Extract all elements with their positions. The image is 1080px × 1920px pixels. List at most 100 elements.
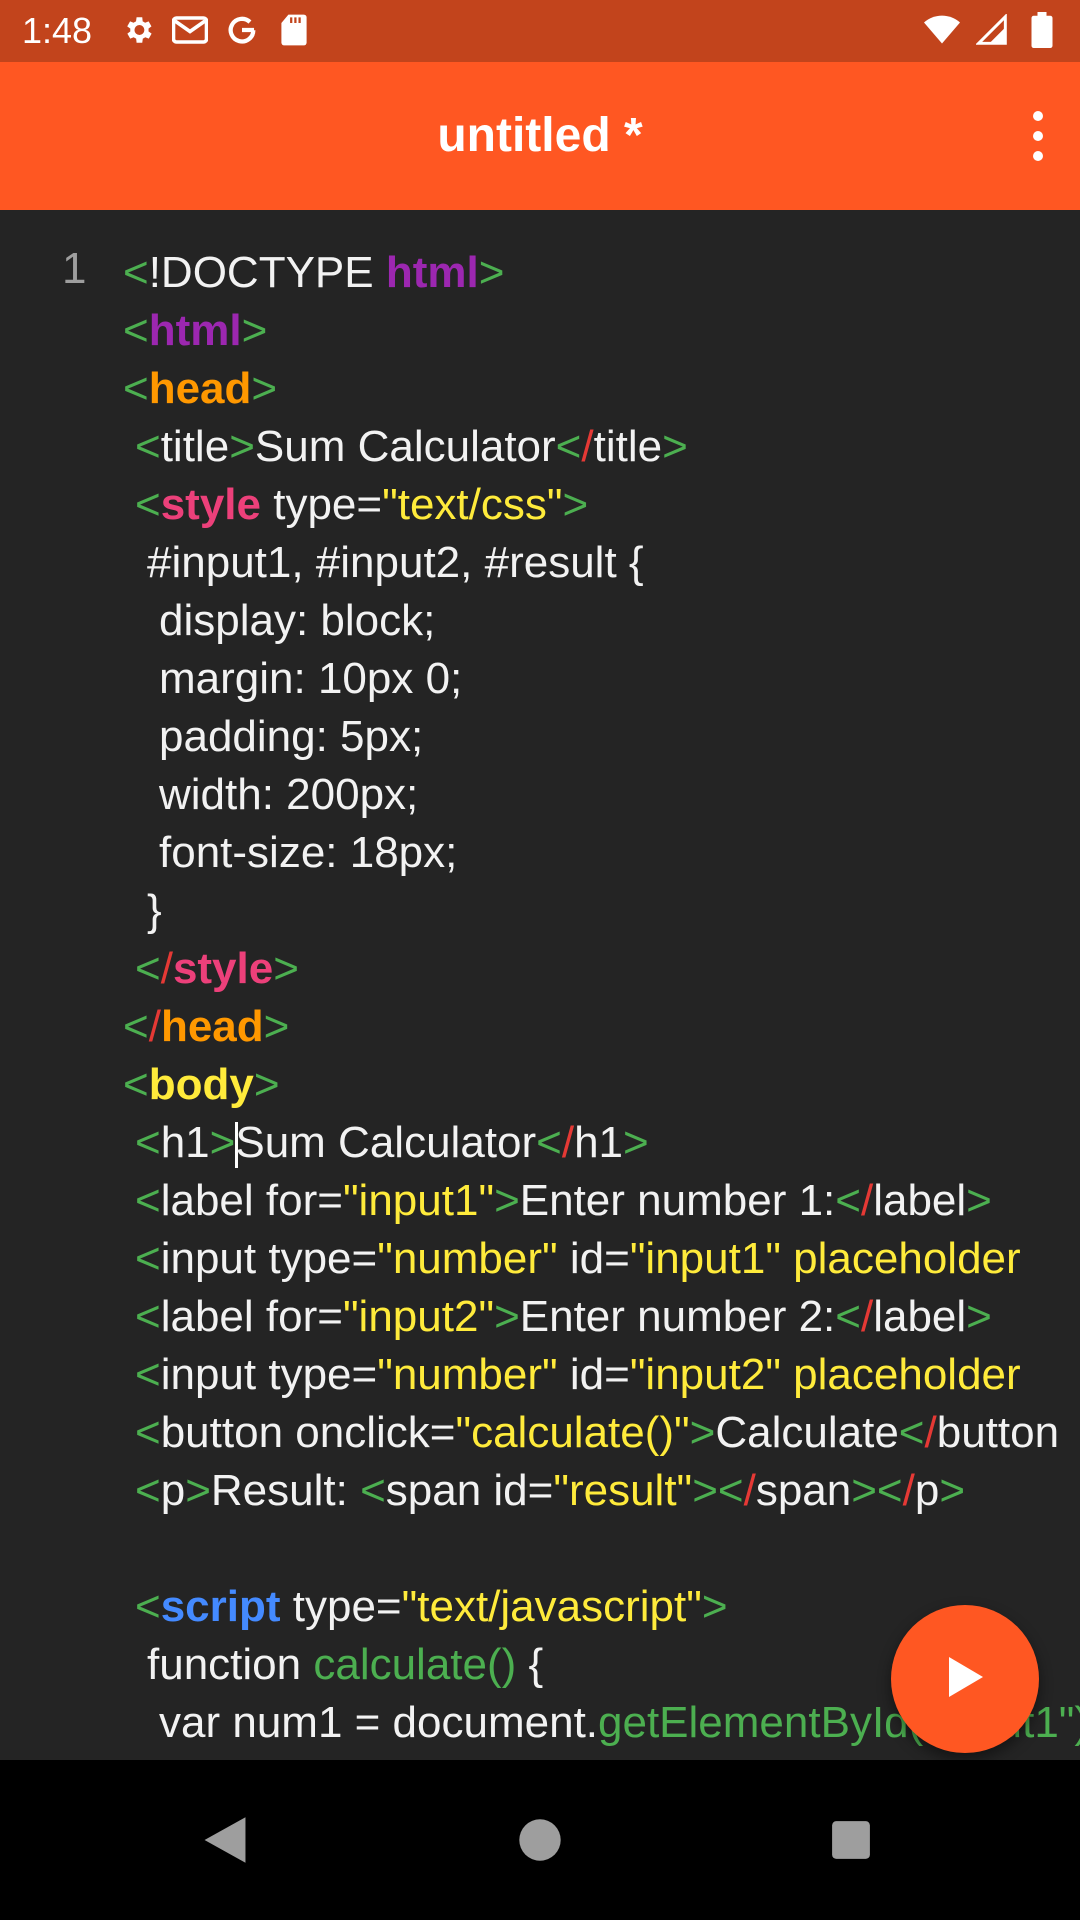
code-token: "text/javascript" <box>401 1582 702 1631</box>
code-token: "text/css" <box>382 480 563 529</box>
code-line: <p>Result: <span id="result"></span></p> <box>123 1462 1080 1520</box>
code-line: <body> <box>123 1056 1080 1114</box>
back-triangle-icon[interactable] <box>195 1810 255 1870</box>
more-vert-icon[interactable] <box>1014 106 1062 170</box>
code-token: label <box>873 1176 967 1225</box>
code-line: <h1>Sum Calculator</h1> <box>123 1114 1080 1172</box>
code-token: < <box>135 1234 161 1283</box>
code-token: / <box>160 944 173 993</box>
code-token: style <box>160 480 261 529</box>
code-token: style <box>172 944 274 993</box>
code-token: > <box>494 1292 520 1341</box>
code-token: Calculate <box>715 1408 899 1457</box>
status-time: 1:48 <box>22 10 93 51</box>
code-token: button onclick= <box>160 1408 456 1457</box>
code-token: > <box>562 480 589 529</box>
code-token: label for= <box>160 1292 343 1341</box>
code-token: label for= <box>160 1176 343 1225</box>
code-token: < <box>360 1466 386 1515</box>
code-token: < <box>123 306 149 355</box>
code-token: input type= <box>160 1350 378 1399</box>
code-token: Enter number 2: <box>519 1292 836 1341</box>
code-token: button <box>936 1408 1060 1457</box>
code-token: < <box>135 1466 161 1515</box>
code-token: title <box>593 422 663 471</box>
code-line: </style> <box>123 940 1080 998</box>
code-token: < <box>123 248 149 297</box>
navigation-bar <box>0 1760 1080 1920</box>
code-token: display: block; <box>159 596 436 645</box>
code-line: <head> <box>123 360 1080 418</box>
code-line: </head> <box>123 998 1080 1056</box>
code-token: >< <box>851 1466 903 1515</box>
code-token: / <box>860 1176 874 1225</box>
code-token: < <box>135 1176 161 1225</box>
code-token: input type= <box>160 1234 378 1283</box>
code-token: "input2" <box>342 1292 495 1341</box>
code-token: width: 200px; <box>159 770 419 819</box>
code-token: > <box>662 422 688 471</box>
code-token: h1 <box>574 1118 624 1167</box>
app-bar: untitled * <box>0 62 1080 210</box>
code-area[interactable]: <!DOCTYPE html> <html> <head> <title>Sum Ca… <box>123 244 1080 1760</box>
code-token: > <box>185 1466 211 1515</box>
code-line: <input type="number" id="input2" placeho… <box>123 1346 1080 1404</box>
code-token: Sum Calculator <box>235 1118 537 1167</box>
code-line: width: 200px; <box>123 766 1080 824</box>
gmail-icon <box>172 12 208 48</box>
code-token: > <box>273 944 299 993</box>
code-token: < <box>123 364 149 413</box>
recents-square-icon[interactable] <box>821 1810 881 1870</box>
code-token: > <box>241 306 268 355</box>
code-token: > <box>623 1118 649 1167</box>
code-line: <html> <box>123 302 1080 360</box>
home-circle-icon[interactable] <box>510 1810 570 1870</box>
code-token: "input1" <box>629 1234 781 1283</box>
code-token: > <box>966 1292 992 1341</box>
code-token: function <box>147 1640 314 1689</box>
google-icon <box>224 12 260 48</box>
code-token: < <box>135 1408 161 1457</box>
code-line: display: block; <box>123 592 1080 650</box>
code-token: / <box>581 422 594 471</box>
code-token: padding: 5px; <box>159 712 424 761</box>
code-token: script <box>160 1582 281 1631</box>
code-token: / <box>860 1292 874 1341</box>
code-token: "input1" <box>342 1176 495 1225</box>
code-token: Result: <box>210 1466 361 1515</box>
code-editor[interactable]: 1 <!DOCTYPE html> <html> <head> <title>Sum … <box>0 210 1080 1760</box>
code-token: placeholder <box>780 1350 1021 1399</box>
code-token: type= <box>280 1582 402 1631</box>
settings-icon <box>120 12 156 48</box>
run-button[interactable] <box>891 1605 1039 1753</box>
code-token: id= <box>557 1234 630 1283</box>
code-line: <button onclick="calculate()">Calculate<… <box>123 1404 1080 1462</box>
code-token: p <box>914 1466 940 1515</box>
code-token: > <box>939 1466 966 1515</box>
code-token: > <box>701 1582 728 1631</box>
code-line: margin: 10px 0; <box>123 650 1080 708</box>
code-token: "number" <box>377 1234 558 1283</box>
code-token: < <box>135 480 161 529</box>
code-token: < <box>135 1350 161 1399</box>
code-token: < <box>135 1118 161 1167</box>
code-token: "input2" <box>629 1350 781 1399</box>
code-token: Sum Calculator <box>254 422 556 471</box>
code-token: body <box>148 1060 254 1109</box>
code-token: placeholder <box>780 1234 1021 1283</box>
code-line: font-size: 18px; <box>123 824 1080 882</box>
code-line: var num2 = document.getElementById("inpu… <box>123 1752 1080 1760</box>
code-token: < <box>135 1292 161 1341</box>
code-line: #input1, #input2, #result { <box>123 534 1080 592</box>
code-token: < <box>835 1176 861 1225</box>
document-title: untitled * <box>437 109 643 162</box>
code-token: > <box>966 1176 992 1225</box>
code-line: <label for="input1">Enter number 1:</lab… <box>123 1172 1080 1230</box>
code-line: padding: 5px; <box>123 708 1080 766</box>
code-token: < <box>123 1060 149 1109</box>
code-token: Enter number 1: <box>519 1176 836 1225</box>
code-token: margin: 10px 0; <box>159 654 463 703</box>
code-token: < <box>135 422 161 471</box>
code-token: span <box>755 1466 852 1515</box>
